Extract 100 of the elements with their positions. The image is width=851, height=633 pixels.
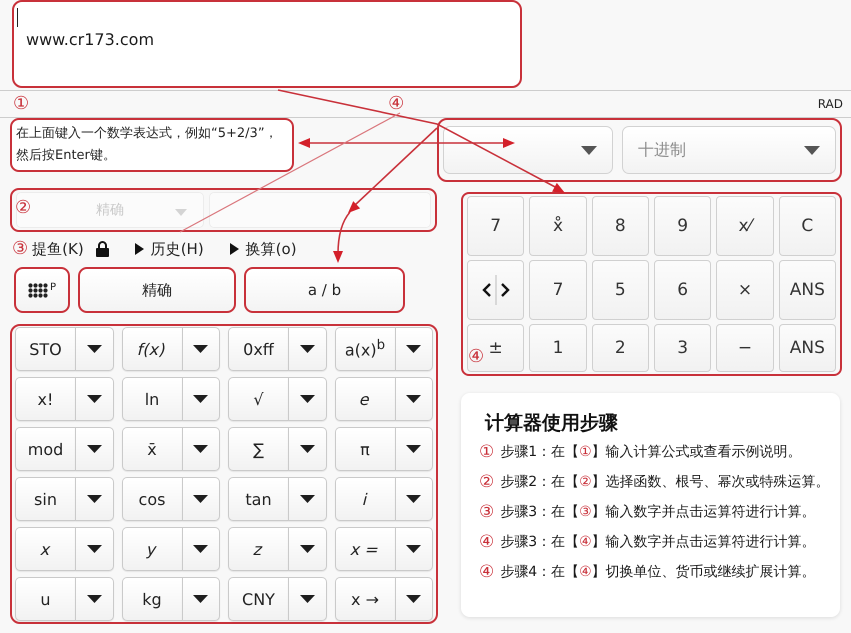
key-dropdown-button[interactable] <box>288 577 326 621</box>
key-dropdown-button[interactable] <box>182 477 220 521</box>
function-key[interactable]: x → <box>334 577 394 621</box>
function-key[interactable]: a(x)$^{b}$ <box>334 327 394 371</box>
function-key[interactable]: y <box>122 527 182 571</box>
key-dropdown-button[interactable] <box>394 377 433 421</box>
key-dropdown-button[interactable] <box>75 327 114 371</box>
keypad-key[interactable]: × <box>716 260 774 320</box>
function-key[interactable]: x̄ <box>122 427 182 471</box>
keypad-key[interactable]: − <box>716 324 774 372</box>
caret-icon <box>406 545 422 553</box>
keypad-key[interactable]: 7 <box>467 196 524 256</box>
function-key[interactable]: sin <box>15 477 75 521</box>
step-text: 步骤3：在【④】输入数字并点击运算符进行计算。 <box>500 533 816 552</box>
function-key[interactable]: STO <box>15 327 75 371</box>
function-key[interactable]: z <box>228 527 288 571</box>
caret-icon <box>193 395 208 403</box>
caret-icon <box>86 395 102 403</box>
key-dropdown-button[interactable] <box>75 377 114 421</box>
caret-icon <box>86 545 102 553</box>
annotation-marker: ④ <box>468 347 484 367</box>
caret-icon <box>406 345 422 353</box>
keypad-key[interactable]: 8 <box>592 196 649 256</box>
keypad-key[interactable]: 6 <box>654 260 712 320</box>
function-key[interactable]: CNY <box>228 577 288 621</box>
expression-field[interactable]: www.cr173.com <box>12 0 522 88</box>
function-key[interactable]: cos <box>122 477 182 521</box>
key-dropdown-button[interactable] <box>288 377 326 421</box>
caret-icon <box>406 395 422 403</box>
expander-toggle[interactable]: 换算(o) <box>230 240 297 258</box>
annotation-marker: ② <box>15 198 32 218</box>
keypad-key[interactable]: ANS <box>778 260 836 320</box>
dots-grid-icon <box>28 283 48 298</box>
keypad-key[interactable]: 7 <box>529 260 587 320</box>
keypad-key[interactable]: 5 <box>592 260 649 320</box>
key-dropdown-button[interactable] <box>75 527 114 571</box>
caret-icon <box>300 545 315 553</box>
menu-item[interactable]: 提鱼(K) <box>32 240 84 258</box>
instructions-title: 计算器使用步骤 <box>485 411 619 435</box>
function-key[interactable]: x = <box>334 527 394 571</box>
key-dropdown-button[interactable] <box>288 427 326 471</box>
key-dropdown-button[interactable] <box>394 477 433 521</box>
caret-icon <box>300 395 315 403</box>
keypad-key[interactable]: 1 <box>529 324 587 372</box>
function-key[interactable]: mod <box>15 427 75 471</box>
function-key[interactable]: kg <box>122 577 182 621</box>
keypad-key[interactable]: 3 <box>654 324 712 372</box>
caret-icon <box>193 345 208 353</box>
function-key[interactable]: i <box>334 477 394 521</box>
keypad-key[interactable]: ANS <box>778 324 836 372</box>
key-dropdown-button[interactable] <box>75 577 114 621</box>
function-key[interactable]: x! <box>15 377 75 421</box>
annotation-marker: ① <box>13 94 30 114</box>
lock-icon[interactable] <box>96 241 109 257</box>
keypad-key[interactable]: C <box>778 196 836 256</box>
key-dropdown-button[interactable] <box>288 527 326 571</box>
step-marker: ④ <box>479 562 494 582</box>
caret-icon <box>86 595 102 603</box>
keypad-toggle-button[interactable]: P <box>14 267 70 313</box>
step-marker: ③ <box>479 502 494 522</box>
key-dropdown-button[interactable] <box>182 427 220 471</box>
keypad-key[interactable]: x⁄ <box>716 196 774 256</box>
expander-toggle[interactable]: 历史(H) <box>134 240 204 258</box>
select-dropdown[interactable] <box>443 126 613 174</box>
function-key[interactable]: √ <box>228 377 288 421</box>
function-key[interactable]: u <box>15 577 75 621</box>
key-dropdown-button[interactable] <box>182 327 220 371</box>
function-key[interactable]: tan <box>228 477 288 521</box>
key-dropdown-button[interactable] <box>182 577 220 621</box>
step-text: 步骤2：在【②】选择函数、根号、幂次或特殊运算。 <box>500 473 830 492</box>
function-key[interactable]: ∑ <box>228 427 288 471</box>
hint-box: 在上面键入一个数学表达式，例如“5+2/3”， 然后按Enter键。 <box>10 118 294 172</box>
key-dropdown-button[interactable] <box>394 327 433 371</box>
function-key[interactable]: 0xff <box>228 327 288 371</box>
caret-icon <box>193 445 208 453</box>
caret-icon <box>300 495 315 503</box>
left-right-chevrons-icon <box>480 273 511 307</box>
caret-icon <box>193 545 208 553</box>
cursor-key[interactable] <box>467 260 524 320</box>
function-key[interactable]: e <box>334 377 394 421</box>
keypad-key[interactable]: 2 <box>592 324 649 372</box>
key-dropdown-button[interactable] <box>394 427 433 471</box>
caret-icon <box>193 595 208 603</box>
mode-button[interactable]: 精确 <box>78 267 236 313</box>
keypad-key[interactable]: x̊ <box>529 196 587 256</box>
key-dropdown-button[interactable] <box>288 477 326 521</box>
function-key[interactable]: π <box>334 427 394 471</box>
key-dropdown-button[interactable] <box>75 477 114 521</box>
function-key[interactable]: f(x) <box>122 327 182 371</box>
keypad-key[interactable]: 9 <box>654 196 712 256</box>
key-dropdown-button[interactable] <box>182 527 220 571</box>
function-key[interactable]: x <box>15 527 75 571</box>
step-marker: ④ <box>479 532 494 552</box>
key-dropdown-button[interactable] <box>75 427 114 471</box>
key-dropdown-button[interactable] <box>182 377 220 421</box>
key-dropdown-button[interactable] <box>394 527 433 571</box>
function-key[interactable]: ln <box>122 377 182 421</box>
mode-button[interactable]: a / b <box>244 267 405 313</box>
key-dropdown-button[interactable] <box>288 327 326 371</box>
key-dropdown-button[interactable] <box>394 577 433 621</box>
